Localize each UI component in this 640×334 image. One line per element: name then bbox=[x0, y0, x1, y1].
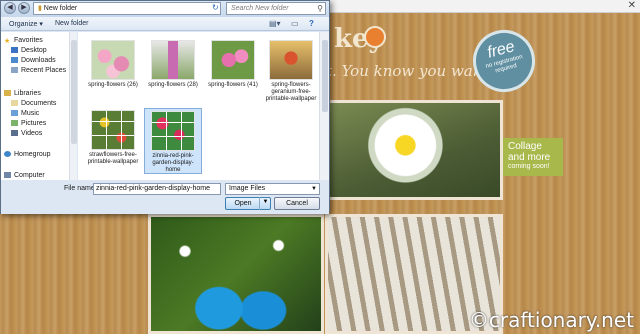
computer-icon bbox=[4, 172, 11, 179]
cancel-button[interactable]: Cancel bbox=[274, 197, 320, 210]
downloads-icon bbox=[11, 57, 18, 64]
forward-icon[interactable]: ▶ bbox=[18, 2, 30, 14]
blue-shoes-photo[interactable] bbox=[148, 214, 324, 334]
file-list-pane: spring-flowers (26) spring-flowers (28) … bbox=[78, 32, 319, 180]
open-options-chevron-icon[interactable]: ▼ bbox=[259, 197, 271, 210]
daisy-photo[interactable] bbox=[325, 100, 503, 200]
address-text: New folder bbox=[43, 5, 78, 12]
refresh-icon[interactable]: ↻ bbox=[212, 3, 219, 12]
desktop-icon bbox=[11, 47, 18, 54]
nav-homegroup[interactable]: Homegroup bbox=[4, 150, 51, 160]
file-thumbnail bbox=[151, 111, 195, 151]
file-thumbnail bbox=[151, 40, 195, 80]
file-item-selected[interactable]: zinnia-red-pink-garden-display-home bbox=[144, 108, 202, 174]
view-options-icon[interactable]: ▤▾ bbox=[269, 19, 281, 28]
file-name-input[interactable]: zinnia-red-pink-garden-display-home bbox=[93, 183, 221, 195]
libraries-icon bbox=[4, 90, 11, 97]
collage-title: Collage and more bbox=[508, 141, 551, 163]
organize-button[interactable]: Organize ▾ bbox=[9, 20, 43, 28]
file-item[interactable]: spring-flowers (41) bbox=[204, 38, 262, 89]
open-button-label: Open bbox=[234, 200, 252, 207]
nav-downloads[interactable]: Downloads bbox=[11, 56, 56, 66]
file-list-scrollbar[interactable] bbox=[319, 32, 329, 180]
preview-pane-icon[interactable]: ▭ bbox=[291, 19, 299, 28]
file-thumbnail bbox=[269, 40, 313, 80]
nav-music[interactable]: Music bbox=[11, 109, 39, 119]
file-type-value: Image Files bbox=[229, 185, 266, 192]
file-item[interactable]: strawflowers-free-printable-wallpaper bbox=[84, 108, 142, 166]
nav-scroll-thumb[interactable] bbox=[71, 40, 77, 144]
nav-computer[interactable]: Computer bbox=[4, 171, 45, 180]
file-name: zinnia-red-pink-garden-display-home bbox=[152, 153, 194, 173]
nav-videos[interactable]: Videos bbox=[11, 129, 42, 139]
file-name: spring-flowers (28) bbox=[148, 82, 198, 88]
file-name: strawflowers-free-printable-wallpaper bbox=[87, 152, 139, 165]
back-icon[interactable]: ◀ bbox=[4, 2, 16, 14]
file-thumbnail bbox=[211, 40, 255, 80]
file-thumbnail bbox=[91, 40, 135, 80]
file-thumbnail bbox=[91, 110, 135, 150]
help-icon[interactable]: ? bbox=[309, 19, 314, 28]
chevron-down-icon: ▼ bbox=[311, 186, 317, 192]
file-name: spring-flowers (26) bbox=[88, 82, 138, 88]
collage-sub: coming soon! bbox=[508, 163, 550, 170]
homegroup-icon bbox=[4, 151, 11, 158]
file-type-select[interactable]: Image Files ▼ bbox=[225, 183, 320, 195]
address-bar-row: ◀ ▶ ▮ New folder ↻ Search New folder ⚲ bbox=[1, 1, 329, 17]
pictures-icon bbox=[11, 120, 18, 127]
navigation-pane: ★ Favorites Desktop Downloads Recent Plac… bbox=[1, 32, 77, 180]
nav-pictures[interactable]: Pictures bbox=[11, 119, 46, 129]
collage-banner: Collage and more coming soon! bbox=[503, 138, 563, 176]
search-input[interactable]: Search New folder ⚲ bbox=[226, 2, 326, 15]
nav-documents[interactable]: Documents bbox=[11, 99, 56, 109]
command-toolbar: Organize ▾ New folder ▤▾ ▭ ? bbox=[1, 17, 329, 31]
file-name-label: File name: bbox=[64, 185, 97, 192]
nav-libraries[interactable]: Libraries bbox=[4, 89, 41, 99]
file-item[interactable]: spring-flowers (26) bbox=[84, 38, 142, 89]
address-field[interactable]: ▮ New folder bbox=[33, 2, 221, 15]
file-name: spring-flowers-geranium-free-printable-w… bbox=[265, 82, 317, 102]
nav-desktop[interactable]: Desktop bbox=[11, 46, 47, 56]
recent-places-icon bbox=[11, 67, 18, 74]
videos-icon bbox=[11, 130, 18, 137]
file-open-dialog: ◀ ▶ ▮ New folder ↻ Search New folder ⚲ O… bbox=[0, 0, 330, 214]
browser-close-icon[interactable]: ✕ bbox=[628, 0, 636, 11]
dialog-bottom-bar: File name: zinnia-red-pink-garden-displa… bbox=[1, 180, 329, 214]
monkey-logo-icon bbox=[364, 26, 386, 48]
nav-favorites[interactable]: ★ Favorites bbox=[4, 36, 43, 46]
star-icon: ★ bbox=[4, 38, 11, 46]
file-list-scroll-thumb[interactable] bbox=[322, 40, 328, 112]
free-badge: free no registration required bbox=[466, 23, 542, 99]
documents-icon bbox=[11, 100, 18, 107]
nav-recent-places[interactable]: Recent Places bbox=[11, 66, 66, 76]
file-item[interactable]: spring-flowers (28) bbox=[144, 38, 202, 89]
music-icon bbox=[11, 110, 18, 117]
search-placeholder: Search New folder bbox=[231, 5, 289, 12]
search-icon[interactable]: ⚲ bbox=[317, 3, 323, 14]
new-folder-button[interactable]: New folder bbox=[55, 20, 88, 27]
nav-scrollbar[interactable] bbox=[69, 32, 77, 180]
site-watermark: ©craftionary.net bbox=[468, 308, 634, 332]
file-item[interactable]: spring-flowers-geranium-free-printable-w… bbox=[262, 38, 320, 103]
file-name: spring-flowers (41) bbox=[208, 82, 258, 88]
